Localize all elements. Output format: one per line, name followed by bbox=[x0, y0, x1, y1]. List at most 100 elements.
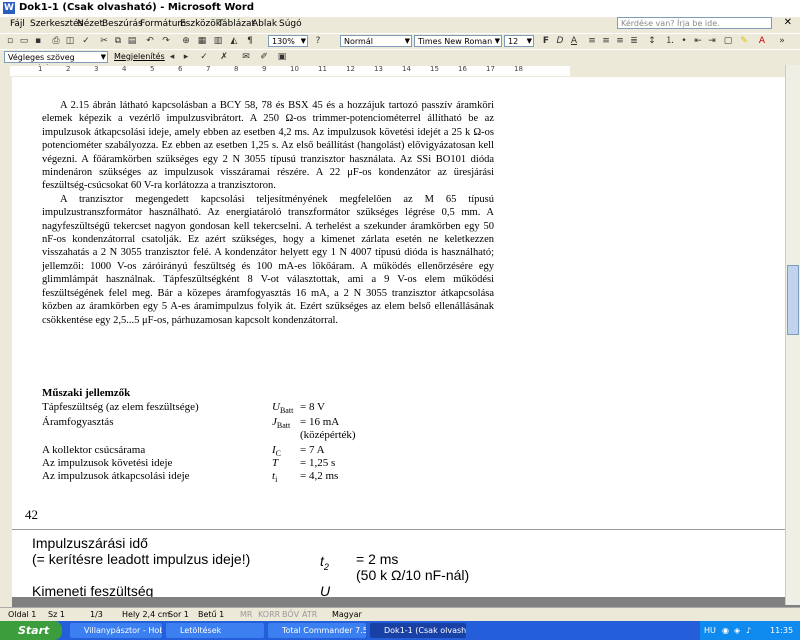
menu-insert[interactable]: Beszúrás bbox=[102, 19, 143, 29]
highlight-icon[interactable]: ✎ bbox=[738, 36, 750, 47]
drawing-icon[interactable]: ◭ bbox=[228, 36, 240, 47]
menu-window[interactable]: Ablak bbox=[252, 19, 277, 29]
word-app-icon[interactable]: W bbox=[3, 2, 15, 14]
reject-change-icon[interactable]: ✗ bbox=[218, 52, 230, 63]
page-number: 42 bbox=[25, 507, 38, 522]
menu-file[interactable]: Fájl bbox=[10, 19, 25, 29]
show-hide-icon[interactable]: ¶ bbox=[244, 36, 256, 47]
chevron-down-icon: ▼ bbox=[300, 37, 306, 45]
status-pages: 1/3 bbox=[90, 610, 103, 619]
ruler-number: 4 bbox=[122, 65, 127, 73]
font-color-icon[interactable]: A bbox=[756, 36, 768, 47]
status-section: Sz 1 bbox=[48, 610, 65, 619]
status-extend[interactable]: BŐV bbox=[282, 610, 299, 619]
track-changes-icon[interactable]: ✐ bbox=[258, 52, 270, 63]
tray-icon[interactable]: ◈ bbox=[734, 621, 740, 640]
zoom-select[interactable]: 130% ▼ bbox=[268, 35, 308, 47]
chevron-down-icon: ▼ bbox=[494, 37, 500, 45]
taskbar-item-browser[interactable]: Villanypásztor - Hobbi... bbox=[70, 623, 162, 638]
redo-icon[interactable]: ↷ bbox=[160, 36, 172, 47]
help-search-input[interactable]: Kérdése van? Írja be ide. bbox=[617, 17, 772, 29]
new-comment-icon[interactable]: ✉ bbox=[240, 52, 252, 63]
menu-edit[interactable]: Szerkesztés bbox=[30, 19, 83, 29]
menu-table[interactable]: Táblázat bbox=[218, 19, 255, 29]
spec-value: = 8 V bbox=[300, 401, 325, 413]
help-icon[interactable]: ? bbox=[312, 36, 324, 47]
spec-value: = 1,25 s bbox=[300, 457, 336, 469]
taskbar-item-word[interactable]: Dok1-1 (Csak olvasha... bbox=[370, 623, 466, 638]
align-right-icon[interactable]: ≡ bbox=[614, 36, 626, 47]
decrease-indent-icon[interactable]: ⇤ bbox=[692, 36, 704, 47]
body-text: A 2.15 ábrán látható kapcsolásban a BCY … bbox=[42, 99, 494, 327]
spec-symbol-sub: i bbox=[275, 475, 278, 485]
hyperlink-icon[interactable]: ⊕ bbox=[180, 36, 192, 47]
spec-label: Az impulzusok követési ideje bbox=[42, 457, 173, 469]
spelling-icon[interactable]: ✓ bbox=[80, 36, 92, 47]
bullets-icon[interactable]: • bbox=[678, 36, 690, 47]
menu-view[interactable]: Nézet bbox=[77, 19, 103, 29]
font-select[interactable]: Times New Roman ▼ bbox=[414, 35, 502, 47]
toolbar-options-icon[interactable]: » bbox=[776, 36, 788, 47]
spec-row: Tápfeszültség (az elem feszültsége) UBat… bbox=[42, 401, 382, 416]
close-document-icon[interactable]: ✕ bbox=[784, 17, 792, 28]
ruler-number: 16 bbox=[458, 65, 467, 73]
chevron-down-icon: ▼ bbox=[404, 37, 410, 45]
open-icon[interactable]: ▭ bbox=[18, 36, 30, 47]
font-size-select[interactable]: 12 ▼ bbox=[504, 35, 534, 47]
next-change-icon[interactable]: ▸ bbox=[180, 52, 192, 63]
border-icon[interactable]: ▢ bbox=[722, 36, 734, 47]
horizontal-ruler[interactable]: 1 2 3 4 5 6 7 8 9 10 11 12 13 14 15 16 1… bbox=[0, 65, 800, 77]
ruler-number: 14 bbox=[402, 65, 411, 73]
tray-language[interactable]: HU bbox=[704, 621, 716, 640]
underline-icon[interactable]: A bbox=[568, 36, 580, 47]
show-markup-menu[interactable]: Megjelenítés bbox=[114, 52, 165, 61]
accept-change-icon[interactable]: ✓ bbox=[198, 52, 210, 63]
previous-change-icon[interactable]: ◂ bbox=[166, 52, 178, 63]
numbering-icon[interactable]: ⒈ bbox=[664, 36, 676, 47]
status-track-changes[interactable]: KORR bbox=[258, 610, 280, 619]
paste-icon[interactable]: ▤ bbox=[126, 36, 138, 47]
ruler-number: 3 bbox=[94, 65, 99, 73]
status-language[interactable]: Magyar bbox=[332, 610, 362, 619]
document-area[interactable]: A 2.15 ábrán látható kapcsolásban a BCY … bbox=[12, 77, 786, 597]
title-bar: W Dok1-1 (Csak olvasható) - Microsoft Wo… bbox=[0, 0, 800, 17]
next-page-value: = 2 ms bbox=[356, 551, 399, 567]
reviewing-pane-icon[interactable]: ▣ bbox=[276, 52, 288, 63]
taskbar-item-downloads[interactable]: Letöltések bbox=[166, 623, 264, 638]
align-left-icon[interactable]: ≡ bbox=[586, 36, 598, 47]
increase-indent-icon[interactable]: ⇥ bbox=[706, 36, 718, 47]
taskbar-item-total-commander[interactable]: Total Commander 7.5... bbox=[268, 623, 366, 638]
copy-icon[interactable]: ⧉ bbox=[112, 36, 124, 47]
justify-icon[interactable]: ≣ bbox=[628, 36, 640, 47]
next-page-subheading: (= kerítésre leadott impulzus ideje!) bbox=[32, 551, 251, 567]
paragraph: A tranzisztor megengedett kapcsolási tel… bbox=[42, 193, 494, 326]
zoom-value: 130% bbox=[272, 37, 295, 46]
save-icon[interactable]: ▪ bbox=[32, 36, 44, 47]
status-macro-record[interactable]: MR bbox=[240, 610, 252, 619]
menu-tools[interactable]: Eszközök bbox=[180, 19, 221, 29]
menu-help[interactable]: Súgó bbox=[279, 19, 302, 29]
tray-icon[interactable]: ♪ bbox=[746, 621, 751, 640]
spec-symbol-sub: Batt bbox=[279, 406, 294, 416]
cut-icon[interactable]: ✂ bbox=[98, 36, 110, 47]
undo-icon[interactable]: ↶ bbox=[144, 36, 156, 47]
bold-icon[interactable]: F bbox=[540, 36, 552, 47]
line-spacing-icon[interactable]: ↕ bbox=[646, 36, 658, 47]
page-divider bbox=[12, 529, 786, 530]
scrollbar-thumb[interactable] bbox=[787, 265, 799, 335]
table-icon[interactable]: ▦ bbox=[196, 36, 208, 47]
review-view-select[interactable]: Végleges szöveg korrektúrával▼ bbox=[4, 51, 108, 73]
style-select[interactable]: Normál ▼ bbox=[340, 35, 412, 47]
spec-label: Áramfogyasztás bbox=[42, 416, 114, 428]
align-center-icon[interactable]: ≡ bbox=[600, 36, 612, 47]
italic-icon[interactable]: D bbox=[554, 36, 566, 47]
print-preview-icon[interactable]: ◫ bbox=[64, 36, 76, 47]
status-overtype[interactable]: ÁTR bbox=[302, 610, 317, 619]
vertical-ruler[interactable] bbox=[0, 77, 12, 607]
tray-icon[interactable]: ◉ bbox=[722, 621, 729, 640]
columns-icon[interactable]: ▥ bbox=[212, 36, 224, 47]
new-document-icon[interactable]: ▫ bbox=[4, 36, 16, 47]
start-button[interactable]: Start bbox=[0, 621, 62, 640]
print-icon[interactable]: ⎙ bbox=[50, 36, 62, 47]
vertical-scrollbar[interactable] bbox=[785, 65, 800, 605]
